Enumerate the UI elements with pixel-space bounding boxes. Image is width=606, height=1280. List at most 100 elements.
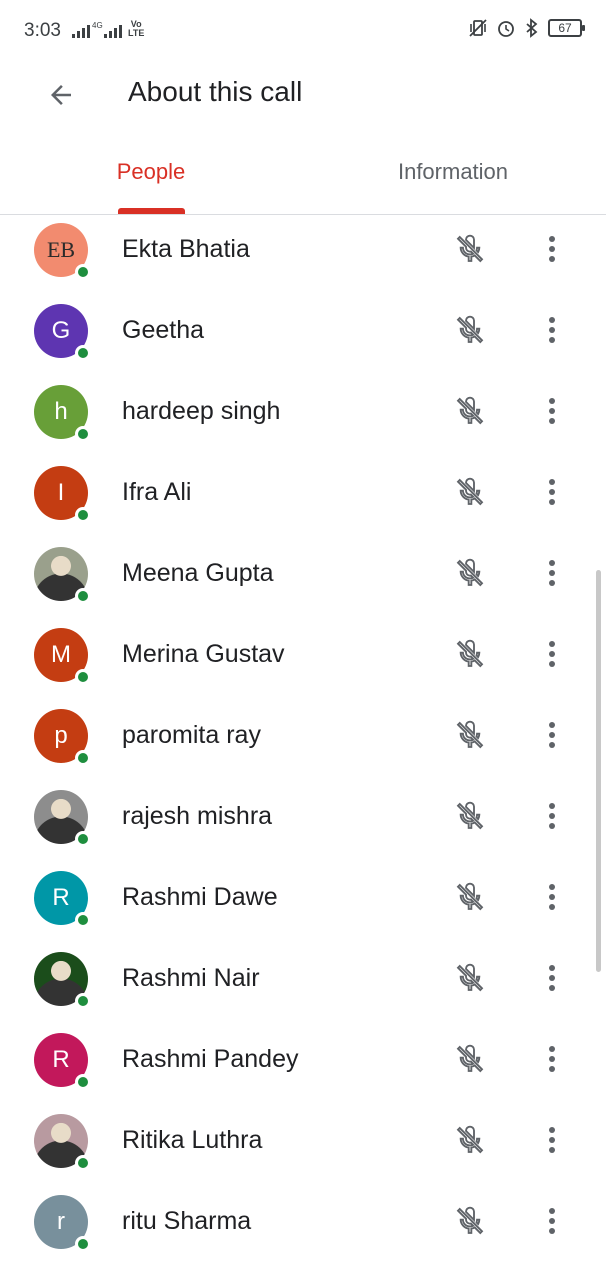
participant-row[interactable]: p paromita ray <box>0 709 606 790</box>
more-options-button[interactable] <box>530 389 574 433</box>
more-vert-icon <box>549 884 555 910</box>
mic-off-icon <box>456 234 484 263</box>
more-vert-icon <box>549 317 555 343</box>
online-status-dot <box>75 1155 91 1171</box>
online-status-dot <box>75 426 91 442</box>
signal-icon <box>104 24 122 38</box>
participant-name: hardeep singh <box>122 397 281 425</box>
mute-button[interactable] <box>448 1037 492 1081</box>
avatar-container: EB <box>34 223 91 280</box>
more-vert-icon <box>549 560 555 586</box>
mute-button[interactable] <box>448 1118 492 1162</box>
participant-row[interactable]: M Merina Gustav <box>0 628 606 709</box>
participant-row[interactable]: Ritika Luthra <box>0 1114 606 1195</box>
tab-people[interactable]: People <box>68 130 234 214</box>
more-vert-icon <box>549 236 555 262</box>
participant-row[interactable]: I Ifra Ali <box>0 466 606 547</box>
avatar-container: I <box>34 466 91 523</box>
mic-off-icon <box>456 396 484 425</box>
more-options-button[interactable] <box>530 956 574 1000</box>
more-options-button[interactable] <box>530 1199 574 1243</box>
avatar-container: r <box>34 1195 91 1252</box>
app-bar: About this call <box>0 62 606 128</box>
participant-row[interactable]: EB Ekta Bhatia <box>0 223 606 304</box>
participant-name: Rashmi Pandey <box>122 1045 299 1073</box>
mute-button[interactable] <box>448 875 492 919</box>
participant-row[interactable]: G Geetha <box>0 304 606 385</box>
tab-bar: People Information <box>0 130 606 215</box>
online-status-dot <box>75 1074 91 1090</box>
avatar-container: R <box>34 871 91 928</box>
mute-button[interactable] <box>448 794 492 838</box>
volte-bottom-label: LTE <box>128 28 145 38</box>
participant-row[interactable]: h hardeep singh <box>0 385 606 466</box>
online-status-dot <box>75 345 91 361</box>
mic-off-icon <box>456 882 484 911</box>
participant-row[interactable]: Rashmi Nair <box>0 952 606 1033</box>
mute-button[interactable] <box>448 470 492 514</box>
mute-button[interactable] <box>448 227 492 271</box>
more-options-button[interactable] <box>530 1037 574 1081</box>
more-vert-icon <box>549 641 555 667</box>
more-options-button[interactable] <box>530 632 574 676</box>
more-vert-icon <box>549 398 555 424</box>
avatar-container <box>34 952 91 1009</box>
online-status-dot <box>75 750 91 766</box>
more-options-button[interactable] <box>530 227 574 271</box>
participant-name: Ekta Bhatia <box>122 235 250 263</box>
avatar-container: R <box>34 1033 91 1090</box>
more-options-button[interactable] <box>530 551 574 595</box>
avatar-container <box>34 547 91 604</box>
online-status-dot <box>75 912 91 928</box>
mute-button[interactable] <box>448 389 492 433</box>
participant-list: EB Ekta Bhatia G Geetha h hardeep singh I Ifra … <box>0 215 606 1280</box>
avatar-container: p <box>34 709 91 766</box>
status-time: 3:03 <box>24 20 61 41</box>
participant-name: paromita ray <box>122 721 261 749</box>
network-type-label: 4G <box>92 21 103 30</box>
participant-name: Ritika Luthra <box>122 1126 263 1154</box>
mic-off-icon <box>456 963 484 992</box>
signal-icon <box>72 24 90 38</box>
participant-name: Geetha <box>122 316 205 344</box>
more-options-button[interactable] <box>530 470 574 514</box>
mute-button[interactable] <box>448 956 492 1000</box>
mute-button[interactable] <box>448 1199 492 1243</box>
avatar-container: h <box>34 385 91 442</box>
participant-row[interactable]: r ritu Sharma <box>0 1195 606 1276</box>
participant-name: Rashmi Dawe <box>122 883 278 911</box>
avatar-container: M <box>34 628 91 685</box>
online-status-dot <box>75 264 91 280</box>
mute-button[interactable] <box>448 713 492 757</box>
more-options-button[interactable] <box>530 308 574 352</box>
mute-button[interactable] <box>448 551 492 595</box>
mute-button[interactable] <box>448 308 492 352</box>
avatar-container <box>34 1114 91 1171</box>
participant-row[interactable]: rajesh mishra <box>0 790 606 871</box>
mute-button[interactable] <box>448 632 492 676</box>
mic-off-icon <box>456 1044 484 1073</box>
mic-off-icon <box>456 558 484 587</box>
online-status-dot <box>75 669 91 685</box>
more-options-button[interactable] <box>530 875 574 919</box>
more-options-button[interactable] <box>530 713 574 757</box>
online-status-dot <box>75 993 91 1009</box>
mic-off-icon <box>456 801 484 830</box>
mic-off-icon <box>456 639 484 668</box>
volte-indicator: Vo LTE <box>128 20 144 38</box>
participant-row[interactable]: R Rashmi Dawe <box>0 871 606 952</box>
mic-off-icon <box>456 1206 484 1235</box>
battery-icon: 67 <box>548 19 585 37</box>
participant-row[interactable]: Meena Gupta <box>0 547 606 628</box>
more-options-button[interactable] <box>530 794 574 838</box>
more-options-button[interactable] <box>530 1118 574 1162</box>
scrollbar[interactable] <box>596 570 601 972</box>
status-icons: 67 <box>468 18 585 38</box>
page-title: About this call <box>128 76 303 107</box>
participant-name: rajesh mishra <box>122 802 273 830</box>
participant-name: ritu Sharma <box>122 1207 252 1235</box>
bluetooth-icon <box>526 18 538 38</box>
back-button[interactable] <box>36 70 86 120</box>
tab-information[interactable]: Information <box>370 130 536 214</box>
participant-row[interactable]: R Rashmi Pandey <box>0 1033 606 1114</box>
